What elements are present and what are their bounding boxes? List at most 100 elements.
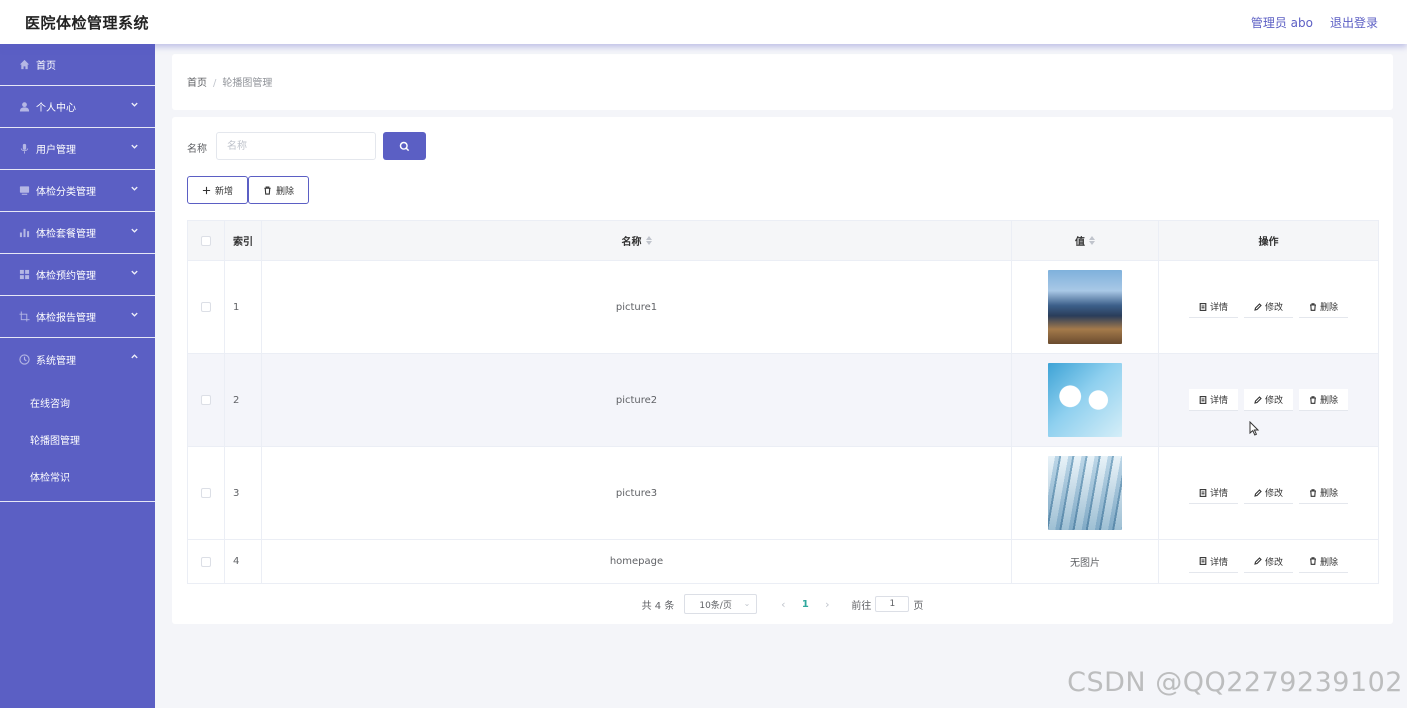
edit-label: 修改 (1264, 303, 1283, 313)
search-icon (399, 141, 410, 151)
table-row: 1 picture1 详情 修改 删除 (188, 261, 1378, 354)
row-actions: 详情 修改 删除 (1159, 540, 1378, 583)
sidebar-item-label: 首页 (36, 61, 56, 72)
search-button[interactable] (383, 132, 426, 160)
goto-label: 前往 (851, 600, 872, 612)
column-header-value[interactable]: 值 (1012, 221, 1159, 260)
grid-icon (18, 269, 30, 281)
delete-button[interactable]: 删除 (1299, 550, 1349, 573)
watermark: CSDN @QQ2279239102 (1067, 667, 1403, 698)
sort-icon[interactable] (645, 236, 652, 245)
batch-delete-button[interactable]: 删除 (248, 176, 309, 204)
chevron-down-icon (130, 184, 139, 196)
sidebar-item-label: 体检套餐管理 (36, 229, 96, 240)
trash-icon (264, 186, 271, 195)
home-icon (18, 59, 30, 71)
sidebar-subitem-online-consult[interactable]: 在线咨询 (0, 384, 155, 421)
sort-icon[interactable] (1089, 236, 1095, 245)
edit-button[interactable]: 修改 (1243, 389, 1293, 411)
carousel-table: 索引 名称 值 操作 1 picture1 详情 修改 删除 2 picture… (187, 220, 1379, 584)
breadcrumb-home[interactable]: 首页 (187, 78, 207, 89)
detail-button[interactable]: 详情 (1188, 550, 1238, 573)
select-all-checkbox[interactable] (201, 235, 211, 246)
sidebar-item-exam-report[interactable]: 体检报告管理 (0, 296, 155, 338)
detail-label: 详情 (1209, 303, 1228, 313)
prev-page-button[interactable]: ‹ (773, 598, 793, 611)
edit-icon (1254, 488, 1262, 497)
sidebar-item-label: 个人中心 (36, 103, 76, 114)
row-checkbox[interactable] (201, 488, 211, 498)
detail-button[interactable]: 详情 (1188, 389, 1238, 411)
column-header-value-label: 值 (1075, 237, 1085, 248)
hospital-interior-photo-thumbnail (1048, 456, 1122, 530)
edit-button[interactable]: 修改 (1243, 296, 1293, 318)
trash-icon (1310, 302, 1316, 311)
column-header-index: 索引 (225, 221, 262, 260)
chevron-down-icon: ⌄ (743, 599, 751, 608)
detail-button[interactable]: 详情 (1188, 296, 1238, 318)
crop-icon (18, 311, 30, 323)
chevron-down-icon (130, 100, 139, 112)
edit-icon (1254, 302, 1262, 311)
document-icon (1199, 302, 1207, 311)
row-checkbox[interactable] (201, 556, 211, 567)
sidebar-item-exam-appointment[interactable]: 体检预约管理 (0, 254, 155, 296)
detail-label: 详情 (1209, 396, 1228, 406)
bar-chart-icon (18, 227, 30, 239)
chevron-down-icon (130, 142, 139, 154)
sidebar-item-label: 体检报告管理 (36, 313, 96, 324)
detail-label: 详情 (1209, 489, 1228, 499)
admin-user-label[interactable]: 管理员 abo (1251, 14, 1313, 31)
pagination: 共 4 条 10条/页 ⌄ ‹ 1 › 前往 页 (172, 594, 1393, 614)
sidebar-subitem-exam-knowledge[interactable]: 体检常识 (0, 458, 155, 495)
sidebar-item-home[interactable]: 首页 (0, 44, 155, 86)
sidebar-subitem-carousel[interactable]: 轮播图管理 (0, 421, 155, 458)
document-icon (1199, 488, 1207, 497)
chevron-down-icon (130, 268, 139, 280)
row-name: picture3 (262, 447, 1012, 539)
sidebar-item-exam-package[interactable]: 体检套餐管理 (0, 212, 155, 254)
next-page-button[interactable]: › (817, 598, 837, 611)
page-number[interactable]: 1 (793, 599, 817, 610)
sidebar-item-user-management[interactable]: 用户管理 (0, 128, 155, 170)
batch-delete-label: 删除 (275, 186, 294, 197)
page-size-select[interactable]: 10条/页 ⌄ (684, 594, 758, 614)
header-user-area: 管理员 abo 退出登录 (1251, 14, 1378, 31)
row-index: 2 (225, 354, 262, 446)
add-button-label: 新增 (214, 186, 233, 197)
add-button[interactable]: 新增 (187, 176, 248, 204)
sidebar-item-system-management[interactable]: 系统管理 (0, 338, 155, 380)
microphone-icon (18, 143, 30, 155)
breadcrumb: 首页 / 轮播图管理 (187, 74, 272, 89)
edit-label: 修改 (1264, 557, 1283, 568)
app-title: 医院体检管理系统 (25, 14, 150, 32)
sidebar-item-exam-category[interactable]: 体检分类管理 (0, 170, 155, 212)
row-checkbox[interactable] (201, 302, 211, 312)
delete-label: 删除 (1320, 396, 1339, 406)
table-row: 4 homepage 无图片 详情 修改 删除 (188, 540, 1378, 583)
row-value-text: 无图片 (1012, 540, 1159, 583)
logout-link[interactable]: 退出登录 (1330, 14, 1378, 31)
breadcrumb-card: 首页 / 轮播图管理 (172, 54, 1393, 110)
delete-button[interactable]: 删除 (1299, 389, 1349, 411)
row-checkbox[interactable] (201, 395, 211, 405)
search-input[interactable] (216, 132, 376, 160)
delete-button[interactable]: 删除 (1299, 296, 1349, 318)
column-header-name-label: 名称 (621, 237, 642, 248)
row-index: 4 (225, 540, 262, 583)
column-header-name[interactable]: 名称 (262, 221, 1012, 260)
chevron-down-icon (130, 226, 139, 238)
search-label: 名称 (187, 144, 207, 155)
sidebar: 首页 个人中心 用户管理 体检分类管理 体检套餐管理 体检预约管理 体检报告管理… (0, 44, 155, 708)
building-photo-thumbnail (1048, 270, 1122, 344)
trash-icon (1310, 395, 1316, 404)
goto-page-input[interactable] (875, 596, 910, 612)
delete-button[interactable]: 删除 (1299, 482, 1349, 504)
table-header-row: 索引 名称 值 操作 (188, 221, 1378, 261)
sidebar-item-personal-center[interactable]: 个人中心 (0, 86, 155, 128)
edit-button[interactable]: 修改 (1243, 482, 1293, 504)
plus-icon (202, 186, 211, 194)
detail-button[interactable]: 详情 (1188, 482, 1238, 504)
table-row: 2 picture2 详情 修改 删除 (188, 354, 1378, 447)
edit-button[interactable]: 修改 (1243, 550, 1293, 573)
